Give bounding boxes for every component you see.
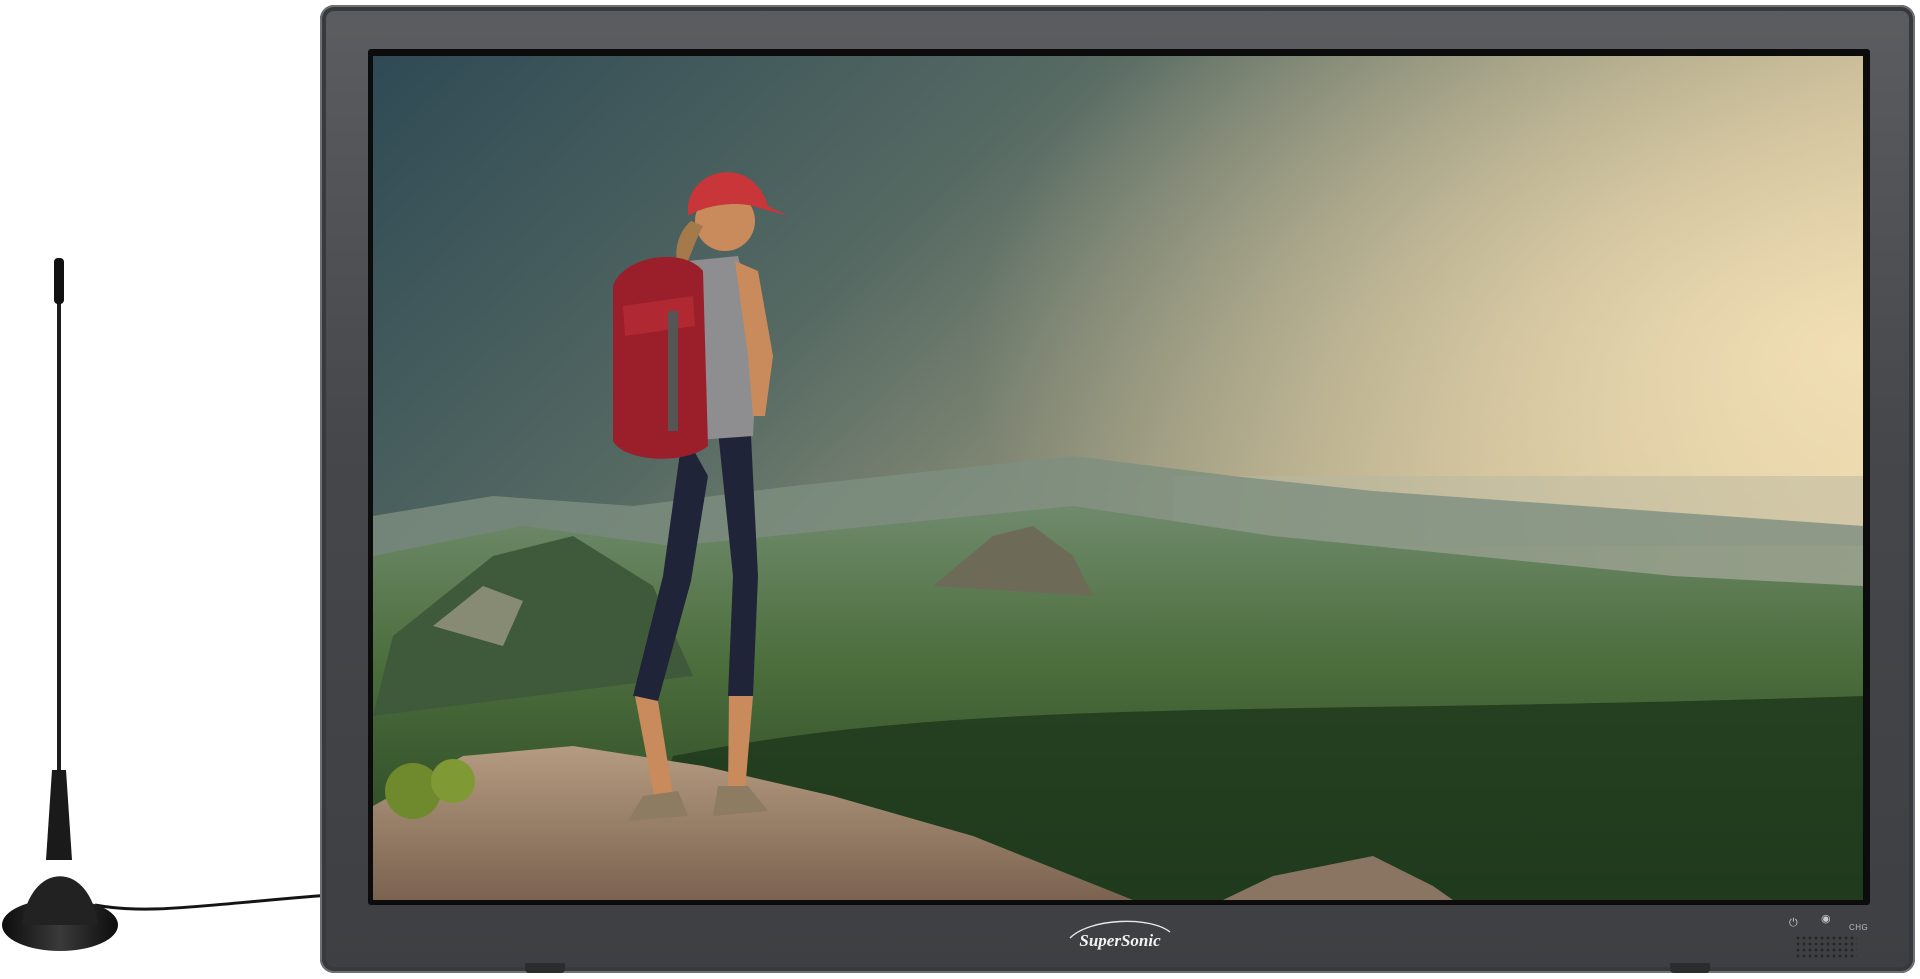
- brand-logo: SuperSonic: [1069, 920, 1171, 950]
- svg-text:SuperSonic: SuperSonic: [1079, 931, 1161, 950]
- antenna-icon: [2, 258, 330, 951]
- landscape-hiker-image: [373, 56, 1863, 900]
- charge-indicator-label: CHG: [1849, 923, 1869, 932]
- power-icon[interactable]: ⏻: [1789, 918, 1798, 929]
- tv-foot-left: [525, 963, 565, 973]
- speaker-grille: [1795, 935, 1857, 959]
- tv-foot-right: [1670, 963, 1710, 973]
- ir-sensor-icon: ◉: [1821, 913, 1831, 925]
- tv-screen: [373, 56, 1863, 900]
